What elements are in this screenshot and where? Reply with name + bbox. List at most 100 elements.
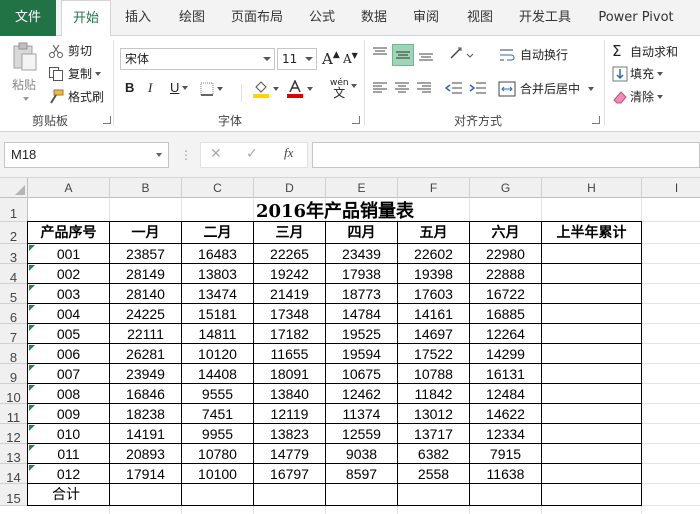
orientation-button[interactable]	[448, 44, 476, 64]
sales-cell[interactable]	[542, 244, 642, 264]
sales-cell[interactable]: 17522	[398, 344, 470, 364]
product-id-cell[interactable]: 009	[28, 404, 110, 424]
phonetic-button[interactable]: wén 文	[330, 78, 349, 99]
sales-cell[interactable]	[542, 404, 642, 424]
sales-cell[interactable]: 23949	[110, 364, 182, 384]
sales-cell[interactable]: 11655	[254, 344, 326, 364]
tab-page-layout[interactable]: 页面布局	[224, 0, 290, 36]
total-cell[interactable]	[110, 484, 182, 506]
sales-cell[interactable]	[542, 344, 642, 364]
sales-cell[interactable]: 16483	[182, 244, 254, 264]
column-header-f[interactable]: F	[398, 178, 470, 198]
header-cell[interactable]: 上半年累计	[542, 222, 642, 244]
row-header-2[interactable]: 2	[0, 222, 28, 244]
sales-cell[interactable]: 13717	[398, 424, 470, 444]
column-header-b[interactable]: B	[110, 178, 182, 198]
sales-cell[interactable]: 22980	[470, 244, 542, 264]
sales-cell[interactable]	[542, 324, 642, 344]
sales-cell[interactable]: 9038	[326, 444, 398, 464]
sales-cell[interactable]: 17914	[110, 464, 182, 484]
sales-cell[interactable]: 21419	[254, 284, 326, 304]
sales-cell[interactable]: 14191	[110, 424, 182, 444]
paste-dropdown-icon[interactable]	[22, 97, 29, 101]
header-cell[interactable]: 五月	[398, 222, 470, 244]
align-center-button[interactable]	[392, 78, 412, 98]
row-header-11[interactable]: 11	[0, 404, 28, 425]
header-cell[interactable]: 二月	[182, 222, 254, 244]
total-cell[interactable]	[326, 484, 398, 506]
column-header-e[interactable]: E	[326, 178, 398, 198]
shrink-font-button[interactable]: A ▼	[343, 51, 358, 67]
sales-cell[interactable]: 17938	[326, 264, 398, 284]
sales-cell[interactable]	[542, 304, 642, 324]
sales-cell[interactable]: 16885	[470, 304, 542, 324]
align-bottom-button[interactable]	[416, 44, 436, 64]
tab-review[interactable]: 审阅	[404, 0, 448, 36]
sales-cell[interactable]: 26281	[110, 344, 182, 364]
tab-data[interactable]: 数据	[352, 0, 396, 36]
sales-cell[interactable]: 12334	[470, 424, 542, 444]
sales-cell[interactable]: 10780	[182, 444, 254, 464]
sales-cell[interactable]: 7915	[470, 444, 542, 464]
sales-cell[interactable]: 28149	[110, 264, 182, 284]
sales-cell[interactable]: 19525	[326, 324, 398, 344]
enter-icon[interactable]: ✓	[246, 146, 258, 162]
name-box[interactable]: M18	[4, 142, 169, 168]
sales-cell[interactable]: 8597	[326, 464, 398, 484]
sales-cell[interactable]: 15181	[182, 304, 254, 324]
sales-cell[interactable]	[542, 364, 642, 384]
sales-cell[interactable]: 12264	[470, 324, 542, 344]
sales-cell[interactable]: 2558	[398, 464, 470, 484]
tab-view[interactable]: 视图	[458, 0, 502, 36]
tab-power-pivot[interactable]: Power Pivot	[590, 0, 682, 36]
column-header-i[interactable]: I	[642, 178, 700, 198]
insert-function-icon[interactable]: fx	[284, 145, 293, 161]
product-id-cell[interactable]: 010	[28, 424, 110, 444]
column-header-a[interactable]: A	[28, 178, 110, 198]
sales-cell[interactable]: 23439	[326, 244, 398, 264]
row-header-12[interactable]: 12	[0, 424, 28, 445]
copy-button[interactable]: 复制	[48, 65, 102, 82]
sales-cell[interactable]: 10788	[398, 364, 470, 384]
alignment-launcher-icon[interactable]	[592, 116, 600, 124]
row-header-5[interactable]: 5	[0, 284, 28, 305]
row-header-8[interactable]: 8	[0, 344, 28, 365]
sales-cell[interactable]: 12559	[326, 424, 398, 444]
sales-cell[interactable]: 19398	[398, 264, 470, 284]
sales-cell[interactable]	[542, 464, 642, 484]
sales-cell[interactable]: 14161	[398, 304, 470, 324]
sales-cell[interactable]	[542, 424, 642, 444]
drag-handle-icon[interactable]: ⋮	[180, 146, 192, 164]
sales-cell[interactable]: 24225	[110, 304, 182, 324]
sales-cell[interactable]: 9555	[182, 384, 254, 404]
sales-cell[interactable]: 12119	[254, 404, 326, 424]
product-id-cell[interactable]: 003	[28, 284, 110, 304]
sales-cell[interactable]: 13823	[254, 424, 326, 444]
row-header-14[interactable]: 14	[0, 464, 28, 485]
header-cell[interactable]: 产品序号	[28, 222, 110, 244]
bold-button[interactable]: B	[125, 80, 134, 95]
column-header-c[interactable]: C	[182, 178, 254, 198]
sales-cell[interactable]: 14622	[470, 404, 542, 424]
sales-cell[interactable]: 22602	[398, 244, 470, 264]
font-size-combo[interactable]: 11	[277, 48, 317, 70]
sales-cell[interactable]: 13840	[254, 384, 326, 404]
product-id-cell[interactable]: 001	[28, 244, 110, 264]
header-cell[interactable]: 六月	[470, 222, 542, 244]
align-middle-button[interactable]	[392, 44, 414, 66]
fill-button[interactable]: 填充	[612, 65, 664, 82]
merge-center-button[interactable]: 合并后居中	[498, 80, 595, 97]
format-painter-button[interactable]: 格式刷	[48, 88, 104, 105]
row-header-4[interactable]: 4	[0, 264, 28, 285]
tab-formulas[interactable]: 公式	[300, 0, 344, 36]
sales-cell[interactable]: 14697	[398, 324, 470, 344]
column-header-d[interactable]: D	[254, 178, 326, 198]
font-launcher-icon[interactable]	[352, 116, 360, 124]
align-right-button[interactable]	[414, 78, 434, 98]
product-id-cell[interactable]: 006	[28, 344, 110, 364]
product-id-cell[interactable]: 011	[28, 444, 110, 464]
row-header-6[interactable]: 6	[0, 304, 28, 325]
product-id-cell[interactable]: 004	[28, 304, 110, 324]
column-header-h[interactable]: H	[542, 178, 642, 198]
align-left-button[interactable]	[370, 78, 390, 98]
